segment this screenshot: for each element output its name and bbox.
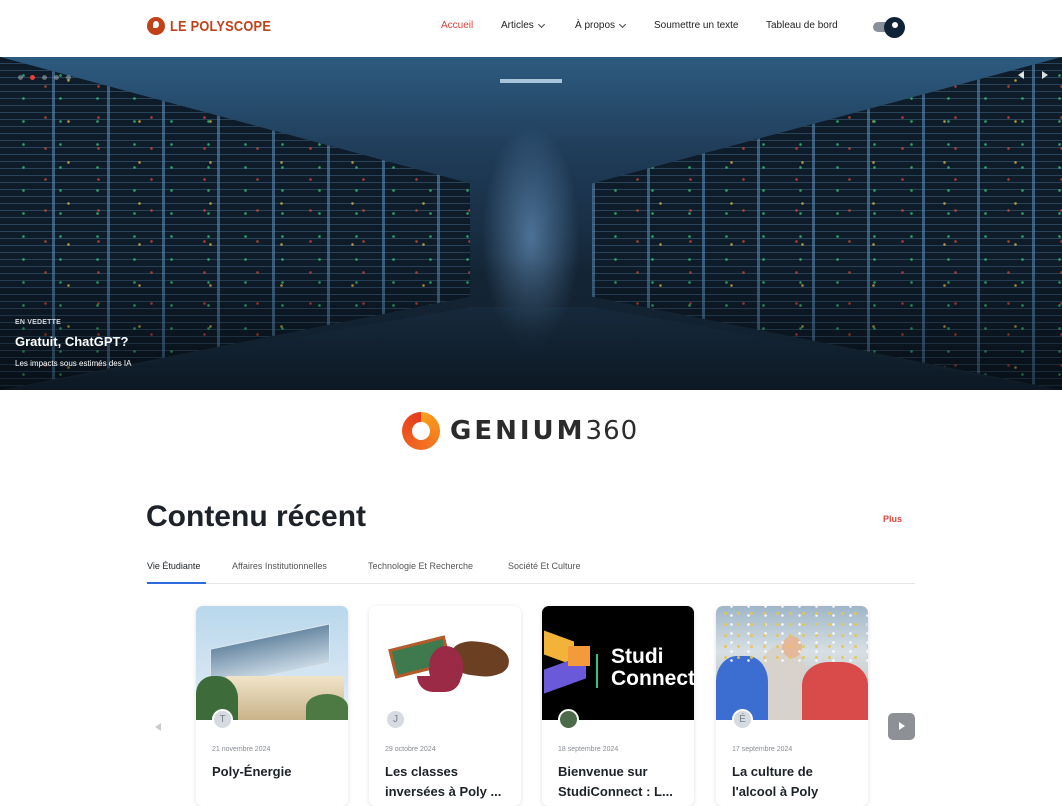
card-title[interactable]: La culture de l'alcool à Poly bbox=[732, 762, 856, 802]
card-image-crowd bbox=[716, 606, 868, 720]
card-title[interactable]: Les classes inversées à Poly ... bbox=[385, 762, 509, 802]
chevron-down-icon bbox=[618, 20, 627, 28]
hero-subtitle: Les impacts sous estimés des IA bbox=[15, 359, 132, 368]
nav-a-propos[interactable]: À propos bbox=[575, 20, 627, 31]
hero-eyebrow: EN VEDETTE bbox=[15, 319, 61, 326]
slide-arrows bbox=[1018, 71, 1048, 79]
card-date: 21 novembre 2024 bbox=[212, 746, 271, 753]
moon-icon bbox=[884, 17, 905, 38]
card-image-building bbox=[196, 606, 348, 720]
slide-dot[interactable] bbox=[54, 75, 59, 80]
carousel-next-button[interactable] bbox=[888, 713, 915, 740]
genium-ring-icon bbox=[402, 412, 440, 450]
studiconnect-logo-text: Studi Connect bbox=[611, 645, 694, 690]
card-title[interactable]: Poly-Énergie bbox=[212, 762, 336, 782]
article-card[interactable]: T 21 novembre 2024 Poly-Énergie bbox=[196, 606, 348, 806]
avatar: É bbox=[732, 709, 753, 730]
theme-toggle[interactable] bbox=[873, 17, 905, 38]
avatar: T bbox=[212, 709, 233, 730]
avatar bbox=[558, 709, 579, 730]
hero-image-light bbox=[500, 79, 562, 83]
article-card[interactable]: É 17 septembre 2024 La culture de l'alco… bbox=[716, 606, 868, 806]
tab-societe-culture[interactable]: Société Et Culture bbox=[508, 561, 581, 571]
nav-articles[interactable]: Articles bbox=[501, 20, 545, 31]
card-title[interactable]: Bienvenue sur StudiConnect : L... bbox=[558, 762, 682, 802]
slide-dot[interactable] bbox=[18, 75, 23, 80]
prev-slide-icon[interactable] bbox=[1018, 71, 1024, 79]
hero-gradient bbox=[0, 257, 1062, 390]
article-card[interactable]: J 29 octobre 2024 Les classes inversées … bbox=[369, 606, 521, 806]
slide-dots bbox=[18, 75, 71, 80]
carousel-prev-icon[interactable] bbox=[155, 723, 161, 731]
sponsor-name: GENIUM360 bbox=[450, 416, 639, 446]
slide-dot[interactable] bbox=[42, 75, 47, 80]
more-link[interactable]: Plus bbox=[883, 514, 902, 524]
chevron-down-icon bbox=[537, 20, 545, 28]
site-logo[interactable]: LE POLYSCOPE bbox=[147, 17, 289, 35]
site-header: LE POLYSCOPE Accueil Articles À propos S… bbox=[0, 0, 1062, 57]
card-image-cartoon bbox=[369, 606, 521, 720]
section-title: Contenu récent bbox=[146, 500, 367, 533]
slide-dot[interactable] bbox=[66, 75, 71, 80]
tab-vie-etudiante[interactable]: Vie Étudiante bbox=[147, 561, 200, 571]
article-card[interactable]: Studi Connect 18 septembre 2024 Bienvenue… bbox=[542, 606, 694, 806]
polyscope-logo-icon bbox=[147, 17, 165, 35]
active-tab-indicator bbox=[147, 582, 206, 584]
card-date: 29 octobre 2024 bbox=[385, 746, 436, 753]
avatar: J bbox=[385, 709, 406, 730]
category-tabs: Vie Étudiante Affaires Institutionnelles… bbox=[147, 560, 915, 584]
card-image-studiconnect: Studi Connect bbox=[542, 606, 694, 720]
next-slide-icon[interactable] bbox=[1042, 71, 1048, 79]
nav-tableau-de-bord[interactable]: Tableau de bord bbox=[766, 20, 838, 31]
featured-hero[interactable]: EN VEDETTE Gratuit, ChatGPT? Les impacts… bbox=[0, 57, 1062, 390]
logo-text: LE POLYSCOPE bbox=[170, 17, 272, 35]
slide-dot-active[interactable] bbox=[30, 75, 35, 80]
card-date: 17 septembre 2024 bbox=[732, 746, 793, 753]
nav-soumettre[interactable]: Soumettre un texte bbox=[654, 20, 739, 31]
nav-accueil[interactable]: Accueil bbox=[441, 20, 473, 31]
hero-title[interactable]: Gratuit, ChatGPT? bbox=[15, 334, 128, 349]
tab-technologie-recherche[interactable]: Technologie Et Recherche bbox=[368, 561, 473, 571]
tab-affaires-institutionnelles[interactable]: Affaires Institutionnelles bbox=[232, 561, 327, 571]
sponsor-logo[interactable]: GENIUM360 bbox=[402, 411, 638, 451]
card-date: 18 septembre 2024 bbox=[558, 746, 619, 753]
